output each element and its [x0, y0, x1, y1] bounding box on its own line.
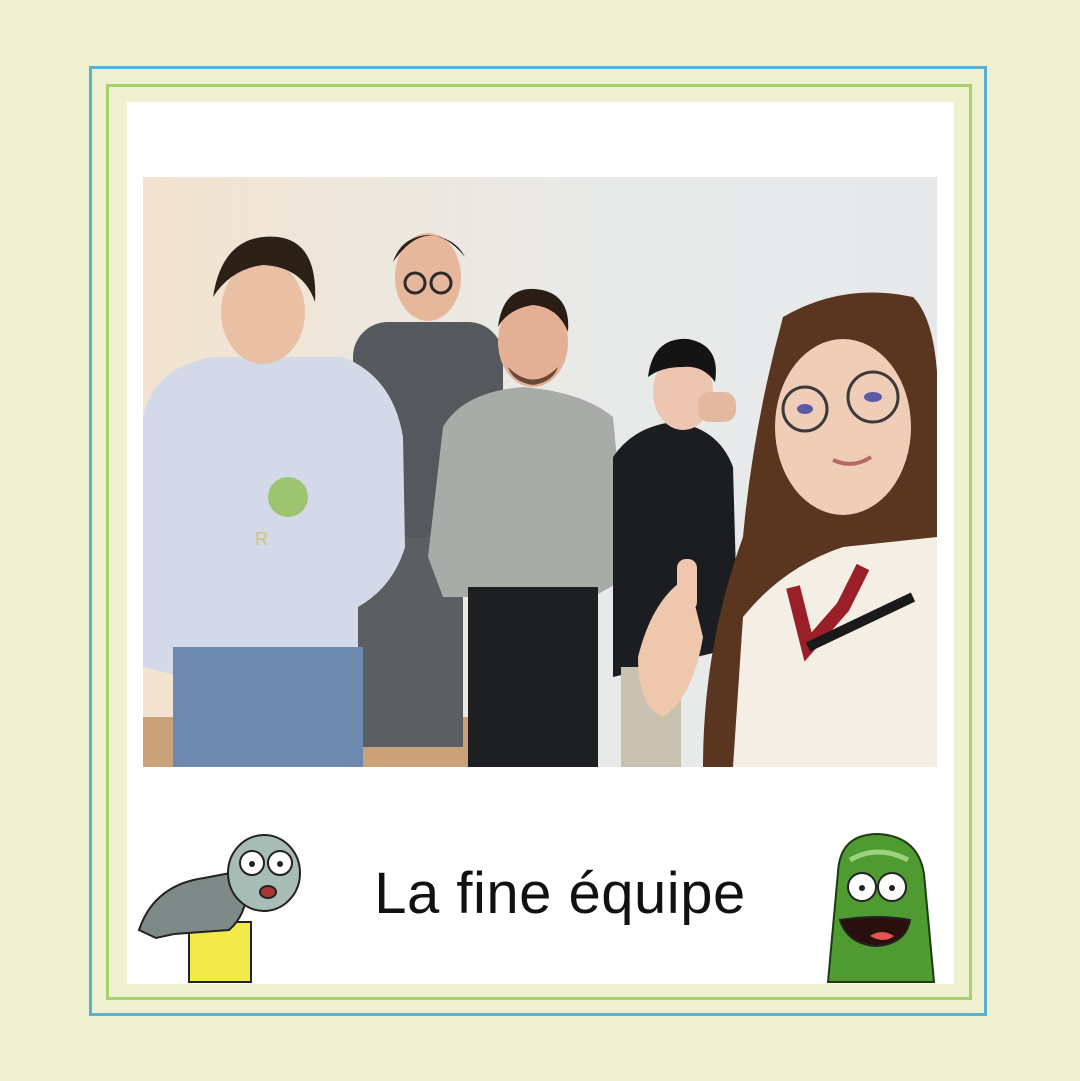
pickle-character — [820, 832, 938, 988]
svg-text:R: R — [255, 529, 268, 549]
fish-head-character — [134, 830, 304, 988]
group-photo-illustration: R — [143, 233, 937, 767]
group-photo: R — [143, 177, 937, 767]
fish-head-character-art — [137, 834, 301, 983]
caption-title: La fine équipe — [374, 861, 746, 926]
pickle-character-art — [826, 832, 936, 983]
